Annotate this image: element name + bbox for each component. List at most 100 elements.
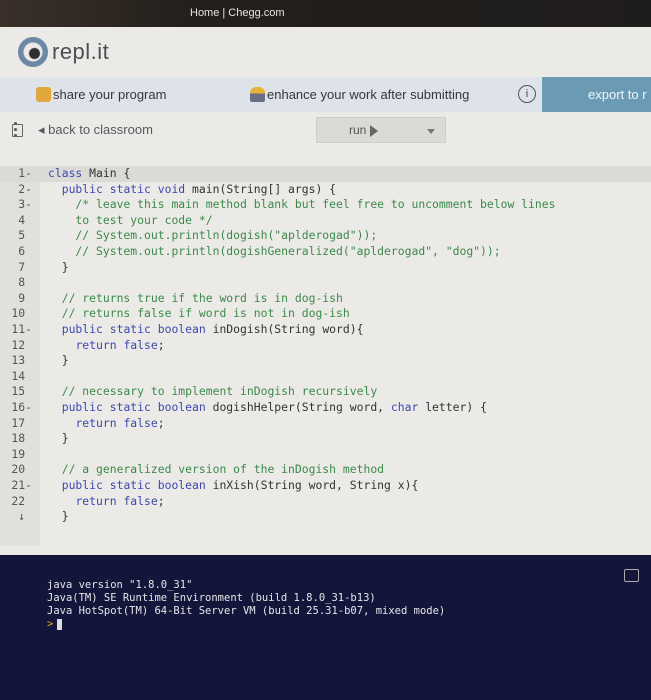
- code-line[interactable]: 18 }: [0, 431, 651, 447]
- comment-token: // System.out.println(dogishGeneralized(…: [48, 244, 501, 258]
- code-line[interactable]: 22 return false;: [0, 494, 651, 510]
- code-line[interactable]: 21- public static boolean inXish(String …: [0, 478, 651, 494]
- comment-token: // a generalized version of the inDogish…: [48, 462, 385, 477]
- code-line[interactable]: 3- /* leave this main method blank but f…: [0, 197, 651, 213]
- code-text: }: [48, 431, 69, 447]
- comment-token: to test your code */: [48, 212, 213, 227]
- line-number: 16-: [11, 400, 32, 414]
- line-number: 6: [18, 244, 32, 258]
- back-to-classroom-link[interactable]: ◂ back to classroom: [38, 122, 153, 138]
- code-line[interactable]: 11- public static boolean inDogish(Strin…: [0, 322, 651, 338]
- code-line[interactable]: 9 // returns true if the word is in dog-…: [0, 291, 651, 307]
- console-prompt-line[interactable]: >: [47, 618, 445, 631]
- keyword-token: public static boolean: [61, 322, 206, 336]
- code-line[interactable]: 5 // System.out.println(dogish("aplderog…: [0, 228, 651, 244]
- line-number: 7: [18, 259, 32, 274]
- code-token: inDogish(String word){: [205, 322, 364, 336]
- run-options-dropdown[interactable]: [427, 129, 435, 134]
- comment-token: /* leave this main method blank but feel…: [48, 197, 556, 212]
- line-number: 20: [11, 462, 32, 477]
- play-icon: [370, 124, 379, 137]
- line-number: 4: [18, 212, 32, 227]
- run-button[interactable]: run: [349, 123, 379, 137]
- browser-titlebar: Home | Chegg.com: [0, 0, 651, 27]
- line-number: 8: [18, 275, 32, 290]
- run-control: run: [316, 117, 446, 143]
- code-token: Main {: [82, 166, 131, 180]
- line-number: 12: [11, 337, 32, 352]
- info-icon[interactable]: i: [518, 85, 536, 103]
- code-line[interactable]: 19: [0, 447, 651, 463]
- file-icon[interactable]: [12, 124, 23, 137]
- code-line[interactable]: 16- public static boolean dogishHelper(S…: [0, 400, 651, 416]
- code-line[interactable]: 14: [0, 369, 651, 385]
- code-token: }: [48, 431, 69, 446]
- lock-icon: [250, 87, 265, 102]
- code-text: public static boolean inDogish(String wo…: [48, 322, 364, 338]
- code-text: /* leave this main method blank but feel…: [48, 197, 555, 213]
- classroom-banner: share your program enhance your work aft…: [0, 77, 651, 112]
- export-button[interactable]: export to r: [542, 77, 651, 112]
- code-line[interactable]: 8: [0, 275, 651, 291]
- line-number: 13: [11, 353, 32, 368]
- browser-tab-title: Home | Chegg.com: [190, 7, 285, 19]
- code-token: main(String[] args) {: [185, 181, 337, 196]
- code-line[interactable]: 13 }: [0, 353, 651, 369]
- enhance-work-label: enhance your work after submitting: [267, 87, 470, 102]
- console-line: Java HotSpot(TM) 64-Bit Server VM (build…: [47, 605, 446, 617]
- code-token: }: [48, 509, 69, 524]
- keyword-token: return false: [75, 415, 158, 430]
- comment-token: // returns false if word is not in dog-i…: [48, 306, 350, 321]
- line-number: 22: [11, 493, 32, 508]
- line-number: 21-: [11, 478, 32, 492]
- code-line[interactable]: 12 return false;: [0, 338, 651, 354]
- code-text: // System.out.println(dogishGeneralized(…: [48, 244, 501, 260]
- code-line[interactable]: 15 // necessary to implement inDogish re…: [0, 384, 651, 400]
- code-line[interactable]: 10 // returns false if word is not in do…: [0, 306, 651, 322]
- code-line[interactable]: 4 to test your code */: [0, 213, 651, 229]
- keyword-token: public static boolean: [61, 478, 206, 492]
- code-line[interactable]: 17 return false;: [0, 416, 651, 432]
- code-text: // returns false if word is not in dog-i…: [48, 306, 350, 322]
- line-number: 5: [18, 228, 32, 243]
- share-program-label: share your program: [53, 87, 167, 102]
- prompt-icon: >: [47, 618, 54, 630]
- console-line: Java(TM) SE Runtime Environment (build 1…: [47, 592, 376, 604]
- code-token: }: [48, 259, 69, 274]
- replit-logo[interactable]: repl.it: [18, 37, 109, 67]
- comment-token: // returns true if the word is in dog-is…: [48, 290, 343, 305]
- clear-console-icon[interactable]: [624, 569, 639, 582]
- line-number: 11-: [11, 322, 32, 336]
- keyword-token: char: [390, 400, 419, 414]
- replit-logo-icon: [18, 37, 48, 67]
- share-program-link[interactable]: share your program: [36, 87, 166, 102]
- keyword-token: return false: [75, 493, 158, 508]
- code-line[interactable]: 6 // System.out.println(dogishGeneralize…: [0, 244, 651, 260]
- chevron-left-icon: ◂: [38, 122, 49, 137]
- back-label: back to classroom: [48, 122, 153, 137]
- line-number: 2-: [18, 181, 32, 196]
- code-line[interactable]: 7 }: [0, 260, 651, 276]
- code-editor[interactable]: 1- class Main {2- public static void main…: [0, 166, 651, 546]
- code-text: return false;: [48, 338, 164, 354]
- code-text: // System.out.println(dogish("aplderogad…: [48, 228, 377, 244]
- code-token: letter) {: [418, 400, 487, 414]
- code-line[interactable]: 20 // a generalized version of the inDog…: [0, 462, 651, 478]
- code-line[interactable]: ↓ }: [0, 509, 651, 525]
- line-number: 18: [11, 431, 32, 446]
- run-label: run: [349, 123, 367, 137]
- keyword-token: public static boolean: [61, 400, 206, 414]
- code-text: public static boolean dogishHelper(Strin…: [48, 400, 487, 416]
- console-output[interactable]: java version "1.8.0_31" Java(TM) SE Runti…: [0, 555, 651, 700]
- code-line[interactable]: 1- class Main {: [0, 166, 651, 182]
- enhance-work-link[interactable]: enhance your work after submitting: [250, 87, 469, 102]
- code-text: public static void main(String[] args) {: [48, 182, 336, 198]
- code-line[interactable]: 2- public static void main(String[] args…: [0, 182, 651, 198]
- line-number: 17: [11, 415, 32, 430]
- code-token: }: [48, 353, 69, 368]
